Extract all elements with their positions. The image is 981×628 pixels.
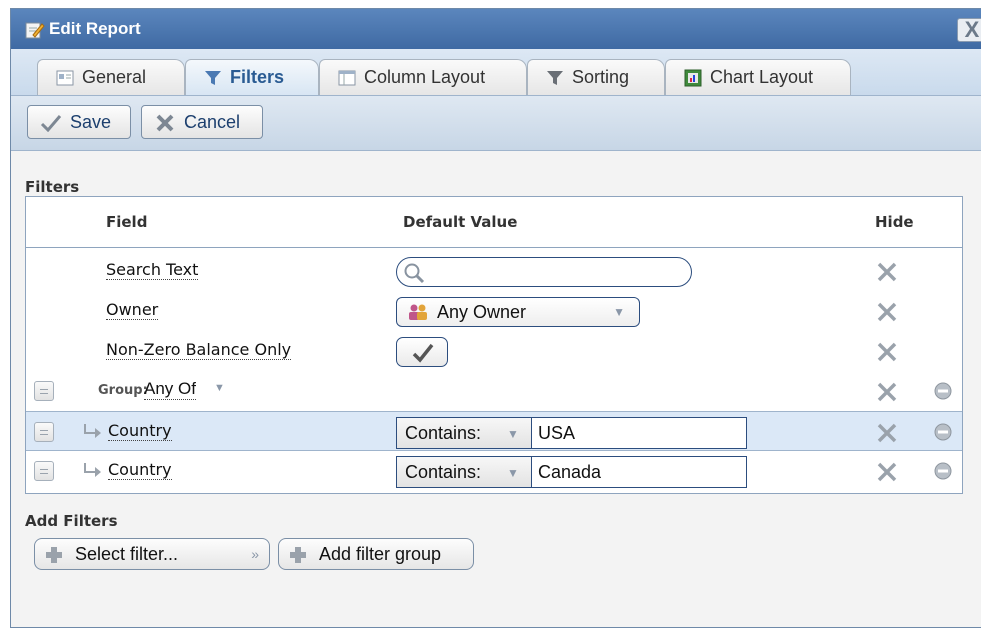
indent-arrow-icon <box>84 424 101 438</box>
search-text-input[interactable] <box>396 257 692 287</box>
field-label-non-zero-balance[interactable]: Non-Zero Balance Only <box>106 341 292 360</box>
remove-icon[interactable] <box>934 382 952 400</box>
country-value-input[interactable]: Canada <box>531 456 747 488</box>
save-button[interactable]: Save <box>27 105 131 139</box>
filter-row-country-canada: Country Contains: ▼ Canada <box>26 451 962 491</box>
operator-select[interactable]: Contains: ▼ <box>396 417 532 449</box>
save-label: Save <box>70 112 112 132</box>
chart-icon <box>684 69 702 87</box>
hide-toggle-icon[interactable] <box>876 381 898 403</box>
users-icon <box>409 304 427 320</box>
add-filter-group-button[interactable]: Add filter group <box>278 538 474 570</box>
sort-icon <box>547 71 563 85</box>
hide-toggle-icon[interactable] <box>876 422 898 444</box>
cross-icon <box>156 114 174 132</box>
operator-value: Contains: <box>405 462 482 482</box>
title-bar: Edit Report X <box>11 9 981 49</box>
double-chevron-icon: » <box>251 546 259 562</box>
header-field: Field <box>106 213 148 231</box>
tab-general[interactable]: General <box>37 59 185 95</box>
select-filter-dropdown[interactable]: Select filter... » <box>34 538 270 570</box>
filter-row-non-zero-balance: Non-Zero Balance Only <box>26 331 962 371</box>
tab-filters[interactable]: Filters <box>185 59 319 96</box>
country-value: USA <box>538 423 576 443</box>
cancel-label: Cancel <box>184 112 241 132</box>
select-filter-label: Select filter... <box>75 544 179 564</box>
country-value: Canada <box>538 462 602 482</box>
remove-icon[interactable] <box>934 423 952 441</box>
drag-handle-icon[interactable] <box>34 381 54 401</box>
column-layout-icon <box>338 70 356 86</box>
tab-sorting[interactable]: Sorting <box>527 59 665 95</box>
indent-arrow-icon <box>84 463 101 477</box>
hide-toggle-icon[interactable] <box>876 341 898 363</box>
drag-handle-icon[interactable] <box>34 422 54 442</box>
field-label-search-text[interactable]: Search Text <box>106 261 199 280</box>
dialog-title: Edit Report <box>49 19 141 38</box>
operator-select[interactable]: Contains: ▼ <box>396 456 532 488</box>
tab-chart-layout-label: Chart Layout <box>710 67 814 87</box>
search-icon <box>404 263 425 284</box>
header-default-value: Default Value <box>403 213 518 231</box>
filters-section-title: Filters <box>25 178 80 196</box>
add-filters-title: Add Filters <box>25 512 118 530</box>
non-zero-balance-checkbox[interactable] <box>396 337 448 367</box>
filter-row-owner: Owner Any Owner ▼ <box>26 291 962 331</box>
checkmark-icon <box>412 343 434 363</box>
field-label-owner[interactable]: Owner <box>106 301 159 320</box>
hide-toggle-icon[interactable] <box>876 301 898 323</box>
header-divider <box>26 247 962 248</box>
tab-bar: General Filters Column Layout Sorting Ch… <box>11 49 981 96</box>
cancel-button[interactable]: Cancel <box>141 105 263 139</box>
add-filter-group-label: Add filter group <box>319 544 442 564</box>
edit-report-icon <box>25 22 45 39</box>
operator-value: Contains: <box>405 423 482 443</box>
header-hide: Hide <box>875 213 914 231</box>
filter-icon <box>205 71 221 85</box>
hide-toggle-icon[interactable] <box>876 461 898 483</box>
drag-handle-icon[interactable] <box>34 461 54 481</box>
filters-table: Field Default Value Hide Search Text Own… <box>25 196 963 494</box>
tab-column-layout-label: Column Layout <box>364 67 486 87</box>
owner-select[interactable]: Any Owner ▼ <box>396 297 640 327</box>
plus-icon <box>46 547 62 563</box>
group-prefix: Group: <box>98 383 148 398</box>
toolbar: Save Cancel <box>11 95 981 151</box>
hide-toggle-icon[interactable] <box>876 261 898 283</box>
filter-row-country-usa: Country Contains: ▼ USA <box>26 411 962 451</box>
group-mode-select[interactable]: Any Of <box>144 379 196 400</box>
filter-row-search-text: Search Text <box>26 251 962 291</box>
checkmark-icon <box>40 115 62 132</box>
owner-select-value: Any Owner <box>437 302 527 322</box>
field-label-country[interactable]: Country <box>108 422 172 441</box>
tab-sorting-label: Sorting <box>572 67 630 87</box>
tab-column-layout[interactable]: Column Layout <box>319 59 527 95</box>
tab-chart-layout[interactable]: Chart Layout <box>665 59 851 95</box>
tab-filters-label: Filters <box>230 67 285 87</box>
close-icon[interactable]: X <box>965 17 980 42</box>
plus-icon <box>290 547 306 563</box>
general-icon <box>56 70 74 86</box>
chevron-down-icon: ▼ <box>507 466 519 480</box>
tab-general-label: General <box>82 67 147 87</box>
chevron-down-icon: ▼ <box>613 305 625 319</box>
filter-row-group: Group: Any Of ▼ <box>26 371 962 411</box>
field-label-country[interactable]: Country <box>108 461 172 480</box>
remove-icon[interactable] <box>934 462 952 480</box>
close-button[interactable]: X <box>957 18 981 42</box>
chevron-down-icon[interactable]: ▼ <box>214 382 225 394</box>
country-value-input[interactable]: USA <box>531 417 747 449</box>
chevron-down-icon: ▼ <box>507 427 519 441</box>
